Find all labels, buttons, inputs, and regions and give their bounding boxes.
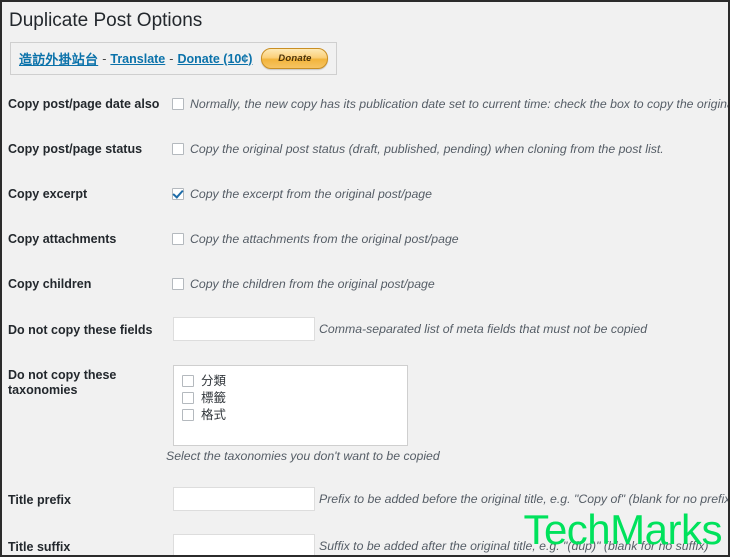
taxonomy-checkbox[interactable] <box>182 408 194 421</box>
taxonomies-listbox[interactable]: 分類 標籤 格式 <box>173 365 408 446</box>
title-suffix-input[interactable] <box>173 534 315 555</box>
row-label: Copy post/page status <box>8 142 143 156</box>
plugin-links-bar: 造訪外掛站台 - Translate - Donate (10¢) Donate <box>10 42 338 75</box>
list-item[interactable]: 分類 <box>182 372 407 389</box>
row-label: Title prefix <box>8 493 71 507</box>
visit-plugin-site-link[interactable]: 造訪外掛站台 <box>19 49 98 68</box>
title-prefix-input[interactable] <box>173 487 315 511</box>
taxonomy-label: 分類 <box>201 373 227 388</box>
row-description: Copy the original post status (draft, pu… <box>190 142 664 156</box>
link-separator-1: - <box>102 51 107 66</box>
row-label: Copy children <box>8 277 92 291</box>
row-description: Copy the excerpt from the original post/… <box>190 187 432 201</box>
taxonomies-hint: Select the taxonomies you don't want to … <box>166 449 440 463</box>
copy-children-checkbox[interactable] <box>172 278 184 290</box>
row-description: Prefix to be added before the original t… <box>319 492 730 506</box>
copy-attachments-checkbox[interactable] <box>172 233 184 245</box>
translate-link[interactable]: Translate <box>110 52 165 66</box>
do-not-copy-fields-input[interactable] <box>173 317 315 341</box>
row-label: Title suffix <box>8 540 71 554</box>
donate-link[interactable]: Donate (10¢) <box>177 52 252 66</box>
row-description: Suffix to be added after the original ti… <box>319 539 709 553</box>
copy-status-checkbox[interactable] <box>172 143 184 155</box>
row-label: Do not copy these fields <box>8 323 153 337</box>
row-label: Copy attachments <box>8 232 117 246</box>
donate-button[interactable]: Donate <box>261 48 329 69</box>
link-separator-2: - <box>169 51 174 66</box>
taxonomy-checkbox[interactable] <box>182 391 194 404</box>
taxonomy-checkbox[interactable] <box>182 374 194 387</box>
taxonomy-label: 標籤 <box>201 390 227 405</box>
taxonomy-label: 格式 <box>201 407 227 422</box>
duplicate-post-options-panel: Duplicate Post Options 造訪外掛站台 - Translat… <box>0 0 730 557</box>
row-description: Copy the children from the original post… <box>190 277 435 291</box>
list-item[interactable]: 格式 <box>182 406 407 423</box>
copy-date-checkbox[interactable] <box>172 98 184 110</box>
list-item[interactable]: 標籤 <box>182 389 407 406</box>
row-description: Copy the attachments from the original p… <box>190 232 459 246</box>
copy-excerpt-checkbox[interactable] <box>172 188 184 200</box>
page-title: Duplicate Post Options <box>9 10 203 31</box>
row-label: Copy post/page date also <box>8 97 160 111</box>
row-label: Copy excerpt <box>8 187 88 201</box>
row-description: Comma-separated list of meta fields that… <box>319 322 648 336</box>
row-label: Do not copy these taxonomies <box>8 368 117 397</box>
row-description: Normally, the new copy has its publicati… <box>190 97 730 111</box>
